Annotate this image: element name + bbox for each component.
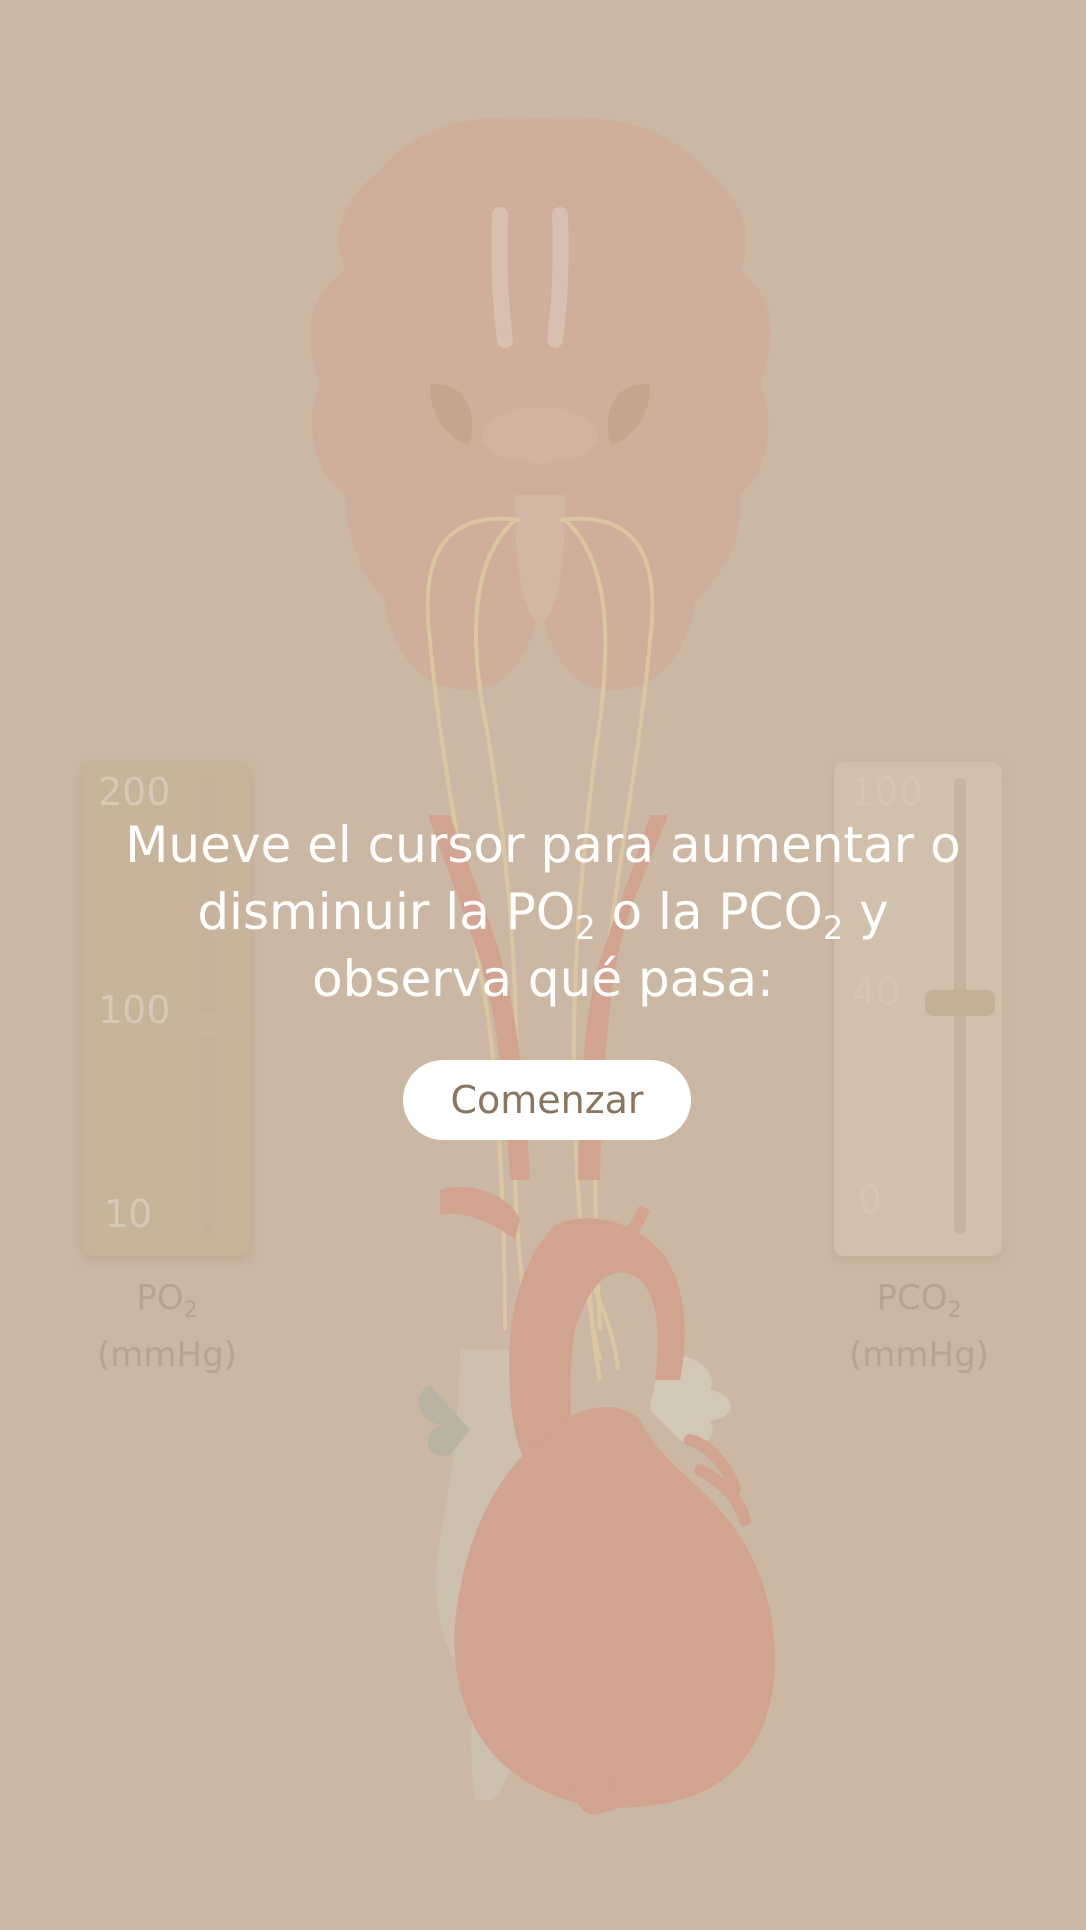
po2-caption-unit: (mmHg): [97, 1334, 237, 1375]
pco2-caption-main: PCO: [876, 1278, 948, 1318]
po2-slider-thumb[interactable]: [173, 1012, 243, 1038]
intro-text-pco: o la PCO: [595, 883, 823, 941]
heart-icon: [454, 1218, 775, 1815]
intro-sub-pco: 2: [822, 909, 844, 947]
intro-message-line2: disminuir la PO2 o la PCO2 y: [100, 879, 986, 946]
pco2-caption-unit: (mmHg): [849, 1334, 989, 1375]
po2-tick-bottom: 10: [104, 1192, 153, 1236]
intro-message-line3: observa qué pasa:: [312, 950, 774, 1008]
brain-icon: [309, 116, 772, 690]
po2-tick-top: 200: [98, 770, 171, 814]
intro-message: Mueve el cursor para aumentar o disminui…: [100, 812, 986, 1013]
po2-caption-main: PO: [136, 1278, 184, 1318]
po2-axis-caption: PO2 (mmHg): [67, 1276, 267, 1377]
intro-message-line1: Mueve el cursor para aumentar o: [125, 816, 961, 874]
pco2-tick-top: 100: [850, 770, 923, 814]
start-button[interactable]: Comenzar: [403, 1060, 691, 1140]
intro-text-po: disminuir la PO: [197, 883, 576, 941]
po2-caption-sub: 2: [183, 1297, 198, 1323]
pco2-caption-sub: 2: [947, 1297, 962, 1323]
intro-sub-po: 2: [575, 909, 596, 947]
intro-text-y: y: [843, 883, 889, 941]
pco2-tick-bottom: 0: [858, 1178, 883, 1222]
pco2-axis-caption: PCO2 (mmHg): [819, 1276, 1019, 1377]
